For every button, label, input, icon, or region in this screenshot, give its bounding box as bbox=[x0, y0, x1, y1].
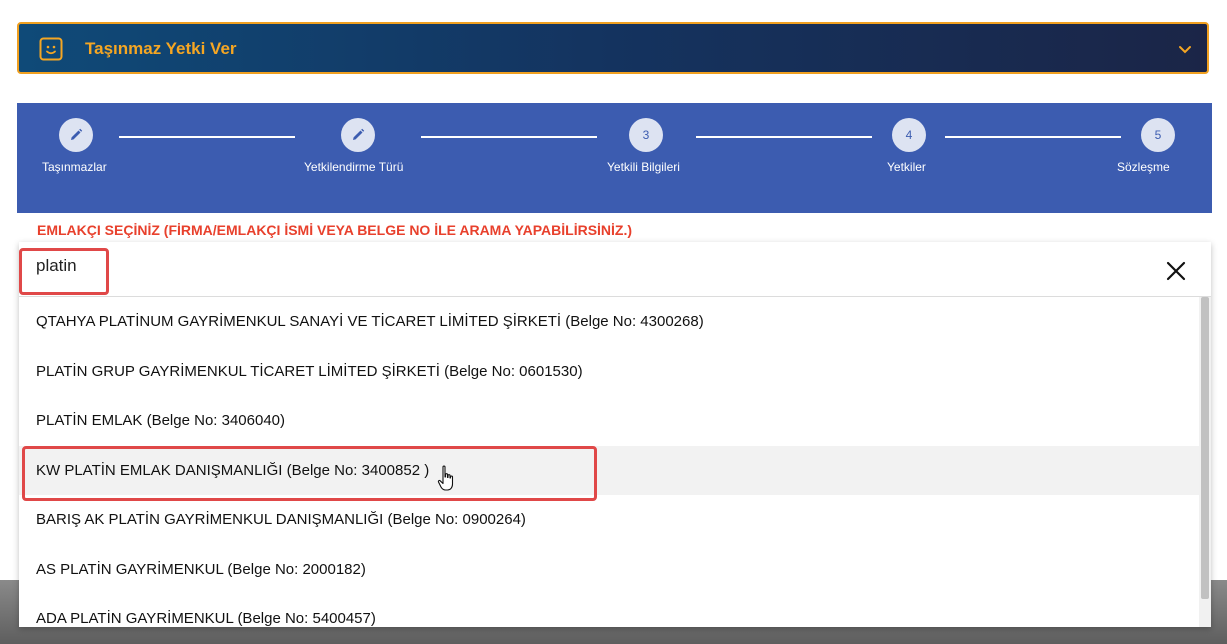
scrollbar[interactable] bbox=[1199, 297, 1211, 627]
accordion-title: Taşınmaz Yetki Ver bbox=[85, 39, 237, 58]
step-3-label: Yetkili Bilgileri bbox=[607, 160, 680, 174]
step-4-marker[interactable]: 4 bbox=[892, 118, 926, 152]
step-3-marker[interactable]: 3 bbox=[629, 118, 663, 152]
step-connector bbox=[696, 136, 872, 138]
pencil-icon bbox=[353, 128, 365, 140]
list-item[interactable]: PLATİN GRUP GAYRİMENKUL TİCARET LİMİTED … bbox=[19, 347, 1199, 397]
accordion-header[interactable]: Taşınmaz Yetki Ver bbox=[17, 22, 1209, 74]
step-5-marker[interactable]: 5 bbox=[1141, 118, 1175, 152]
step-4-label: Yetkiler bbox=[887, 160, 926, 174]
search-input[interactable] bbox=[36, 256, 1036, 276]
list-item[interactable]: QTAHYA PLATİNUM GAYRİMENKUL SANAYİ VE Tİ… bbox=[19, 297, 1199, 347]
search-row bbox=[19, 242, 1211, 297]
scrollbar-thumb[interactable] bbox=[1201, 297, 1209, 599]
chevron-down-icon[interactable] bbox=[1177, 41, 1193, 57]
step-5-label: Sözleşme bbox=[1117, 160, 1170, 174]
search-dropdown: QTAHYA PLATİNUM GAYRİMENKUL SANAYİ VE Tİ… bbox=[19, 242, 1211, 627]
step-2-marker[interactable] bbox=[341, 118, 375, 152]
hand-cursor-icon bbox=[437, 465, 454, 491]
step-connector bbox=[945, 136, 1121, 138]
step-connector bbox=[421, 136, 597, 138]
step-1-marker[interactable] bbox=[59, 118, 93, 152]
step-1-label: Taşınmazlar bbox=[42, 160, 107, 174]
list-item[interactable]: ADA PLATİN GAYRİMENKUL (Belge No: 540045… bbox=[19, 594, 1199, 627]
pencil-icon bbox=[71, 128, 83, 140]
step-connector bbox=[119, 136, 295, 138]
list-item[interactable]: AS PLATİN GAYRİMENKUL (Belge No: 2000182… bbox=[19, 545, 1199, 595]
search-highlight-box bbox=[19, 248, 109, 295]
step-2-label: Yetkilendirme Türü bbox=[304, 160, 404, 174]
instruction-text: EMLAKÇI SEÇİNİZ (FİRMA/EMLAKÇI İSMİ VEYA… bbox=[37, 222, 633, 238]
stepper: Taşınmazlar Yetkilendirme Türü 3 Yetkili… bbox=[17, 103, 1212, 213]
selected-item-highlight-box bbox=[22, 446, 597, 501]
list-item[interactable]: BARIŞ AK PLATİN GAYRİMENKUL DANIŞMANLIĞI… bbox=[19, 495, 1199, 545]
smiley-icon bbox=[39, 37, 63, 61]
list-item[interactable]: PLATİN EMLAK (Belge No: 3406040) bbox=[19, 396, 1199, 446]
close-icon[interactable] bbox=[1165, 260, 1187, 282]
